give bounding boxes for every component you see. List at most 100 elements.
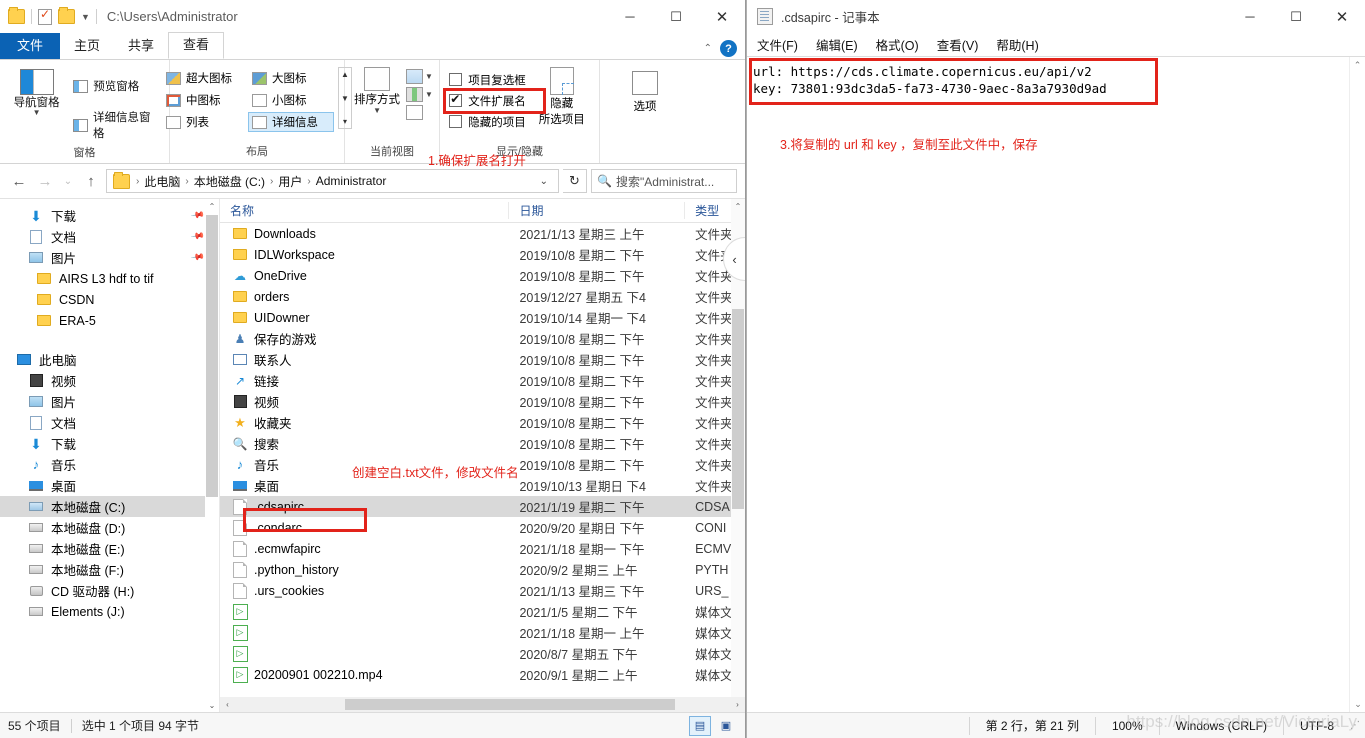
nav-tree-item[interactable]: AIRS L3 hdf to tif — [0, 268, 219, 289]
search-box[interactable]: 🔍 搜索"Administrat... — [591, 169, 737, 193]
table-row[interactable]: .ecmwfapirc2021/1/18 星期一 下午ECMV — [220, 538, 745, 559]
menu-edit[interactable]: 编辑(E) — [816, 35, 858, 54]
close-button[interactable]: ✕ — [1319, 0, 1365, 33]
tab-file[interactable]: 文件 — [0, 33, 60, 59]
table-row[interactable]: .urs_cookies2021/1/13 星期三 下午URS_ — [220, 580, 745, 601]
preview-pane-button[interactable]: 预览窗格 — [71, 75, 163, 97]
layout-large-icons[interactable]: 大图标 — [248, 68, 334, 88]
nav-tree-item[interactable]: ♪音乐 — [0, 454, 219, 475]
checkbox-unchecked-icon[interactable] — [449, 73, 462, 86]
nav-tree-item[interactable]: 此电脑 — [0, 349, 219, 370]
add-columns-button[interactable]: ▼ — [406, 69, 433, 84]
help-icon[interactable]: ? — [720, 40, 737, 57]
chevron-down-icon[interactable]: ▼ — [373, 107, 381, 114]
minimize-button[interactable]: ─ — [607, 0, 653, 33]
table-row[interactable]: orders2019/12/27 星期五 下4文件夹 — [220, 286, 745, 307]
table-row[interactable]: ☁OneDrive2019/10/8 星期二 下午文件夹 — [220, 265, 745, 286]
scroll-up-icon[interactable]: ⌃ — [205, 199, 219, 213]
table-row[interactable]: 联系人2019/10/8 星期二 下午文件夹 — [220, 349, 745, 370]
hidden-items-option[interactable]: 隐藏的项目 — [449, 111, 526, 132]
breadcrumb[interactable]: › 此电脑 › 本地磁盘 (C:) › 用户 › Administrator ⌄ — [106, 169, 559, 193]
chevron-down-icon[interactable]: ▼ — [81, 12, 90, 22]
nav-tree-item[interactable]: CSDN — [0, 289, 219, 310]
folder-icon[interactable] — [8, 9, 25, 24]
nav-tree-item[interactable]: CD 驱动器 (H:) — [0, 580, 219, 601]
table-row[interactable]: ▷2021/1/5 星期二 下午媒体文 — [220, 601, 745, 622]
layout-list[interactable]: 列表 — [162, 112, 248, 132]
nav-pane-scrollbar[interactable]: ⌃ ⌄ — [205, 199, 219, 712]
table-row[interactable]: ★收藏夹2019/10/8 星期二 下午文件夹 — [220, 412, 745, 433]
file-list-hscrollbar[interactable]: ‹ › — [220, 697, 745, 712]
table-row[interactable]: .cdsapirc2021/1/19 星期二 下午CDSA — [220, 496, 745, 517]
tab-share[interactable]: 共享 — [114, 34, 168, 59]
scroll-down-icon[interactable]: ⌄ — [1350, 696, 1365, 712]
table-row[interactable]: ↗链接2019/10/8 星期二 下午文件夹 — [220, 370, 745, 391]
scroll-up-icon[interactable]: ⌃ — [731, 199, 745, 213]
layout-medium-icons[interactable]: 中图标 — [162, 90, 248, 110]
recent-locations-button[interactable]: ⌄ — [60, 169, 76, 193]
group-by-button[interactable]: ▼ — [406, 87, 433, 102]
nav-tree-item[interactable]: 本地磁盘 (F:) — [0, 559, 219, 580]
chevron-down-icon[interactable]: ▼ — [33, 109, 41, 116]
layout-small-icons[interactable]: 小图标 — [248, 90, 334, 110]
layout-details[interactable]: 详细信息 — [248, 112, 334, 132]
tab-home[interactable]: 主页 — [60, 34, 114, 59]
sort-by-button[interactable]: 排序方式 ▼ — [351, 67, 403, 114]
nav-tree-item[interactable]: ⬇下载📌 — [0, 205, 219, 226]
details-pane-button[interactable]: 详细信息窗格 — [71, 106, 163, 144]
size-columns-button[interactable] — [406, 105, 433, 120]
properties-icon[interactable] — [38, 9, 52, 25]
resize-grip[interactable]: ⋰ — [1350, 720, 1365, 731]
chevron-down-icon[interactable]: ▼ — [425, 91, 433, 98]
thumbnail-view-icon[interactable]: ▣ — [715, 716, 737, 736]
hide-selected-items-button[interactable]: 隐藏 所选项目 — [534, 67, 590, 127]
maximize-button[interactable]: ☐ — [1273, 0, 1319, 33]
scroll-thumb[interactable] — [732, 309, 744, 509]
checkbox-unchecked-icon[interactable] — [449, 115, 462, 128]
nav-tree-item[interactable]: 图片 — [0, 391, 219, 412]
scroll-thumb[interactable] — [206, 215, 218, 497]
hscroll-track[interactable] — [235, 698, 730, 711]
chevron-down-icon[interactable]: ⌄ — [534, 176, 554, 187]
nav-tree-item[interactable]: ⬇下载 — [0, 433, 219, 454]
up-button[interactable]: ↑ — [80, 169, 102, 193]
back-button[interactable]: ← — [8, 169, 30, 193]
item-checkboxes-option[interactable]: 项目复选框 — [449, 69, 526, 90]
menu-file[interactable]: 文件(F) — [757, 35, 798, 54]
file-extensions-option[interactable]: 文件扩展名 — [449, 90, 526, 111]
scroll-left-icon[interactable]: ‹ — [220, 700, 235, 709]
nav-tree-item[interactable]: 图片📌 — [0, 247, 219, 268]
close-button[interactable]: ✕ — [699, 0, 745, 33]
menu-view[interactable]: 查看(V) — [937, 35, 979, 54]
scroll-down-icon[interactable]: ⌄ — [205, 698, 219, 712]
nav-tree-item[interactable]: 桌面 — [0, 475, 219, 496]
refresh-button[interactable]: ↻ — [563, 169, 587, 193]
column-header-date[interactable]: 日期 — [509, 202, 685, 219]
table-row[interactable]: 视频2019/10/8 星期二 下午文件夹 — [220, 391, 745, 412]
table-row[interactable]: .python_history2020/9/2 星期三 上午PYTH — [220, 559, 745, 580]
hscroll-thumb[interactable] — [345, 699, 675, 710]
nav-tree-item[interactable]: 本地磁盘 (C:) — [0, 496, 219, 517]
minimize-button[interactable]: ─ — [1227, 0, 1273, 33]
table-row[interactable]: UIDowner2019/10/14 星期一 下4文件夹 — [220, 307, 745, 328]
scroll-up-icon[interactable]: ⌃ — [1350, 57, 1365, 73]
chevron-down-icon[interactable]: ▼ — [425, 73, 433, 80]
table-row[interactable]: 🔍搜索2019/10/8 星期二 下午文件夹 — [220, 433, 745, 454]
breadcrumb-item-0[interactable]: 此电脑 — [141, 173, 183, 190]
table-row[interactable]: ▷20200901 002210.mp42020/9/1 星期二 上午媒体文 — [220, 664, 745, 685]
table-row[interactable]: .condarc2020/9/20 星期日 下午CONI — [220, 517, 745, 538]
nav-tree-item[interactable]: 文档 — [0, 412, 219, 433]
layout-extra-large-icons[interactable]: 超大图标 — [162, 68, 248, 88]
column-header-name[interactable]: 名称 ⌃ — [220, 202, 509, 219]
pin-icon[interactable]: 📌 — [190, 229, 205, 244]
nav-tree-item[interactable]: 本地磁盘 (D:) — [0, 517, 219, 538]
forward-button[interactable]: → — [34, 169, 56, 193]
breadcrumb-item-2[interactable]: 用户 — [275, 173, 305, 190]
options-button[interactable]: 选项 — [617, 67, 673, 114]
scroll-right-icon[interactable]: › — [730, 700, 745, 709]
pin-icon[interactable]: 📌 — [190, 250, 205, 265]
nav-tree-item[interactable]: ERA-5 — [0, 310, 219, 331]
menu-format[interactable]: 格式(O) — [876, 35, 919, 54]
nav-tree-item[interactable]: 本地磁盘 (E:) — [0, 538, 219, 559]
notepad-text-area[interactable]: url: https://cds.climate.copernicus.eu/a… — [747, 56, 1365, 712]
